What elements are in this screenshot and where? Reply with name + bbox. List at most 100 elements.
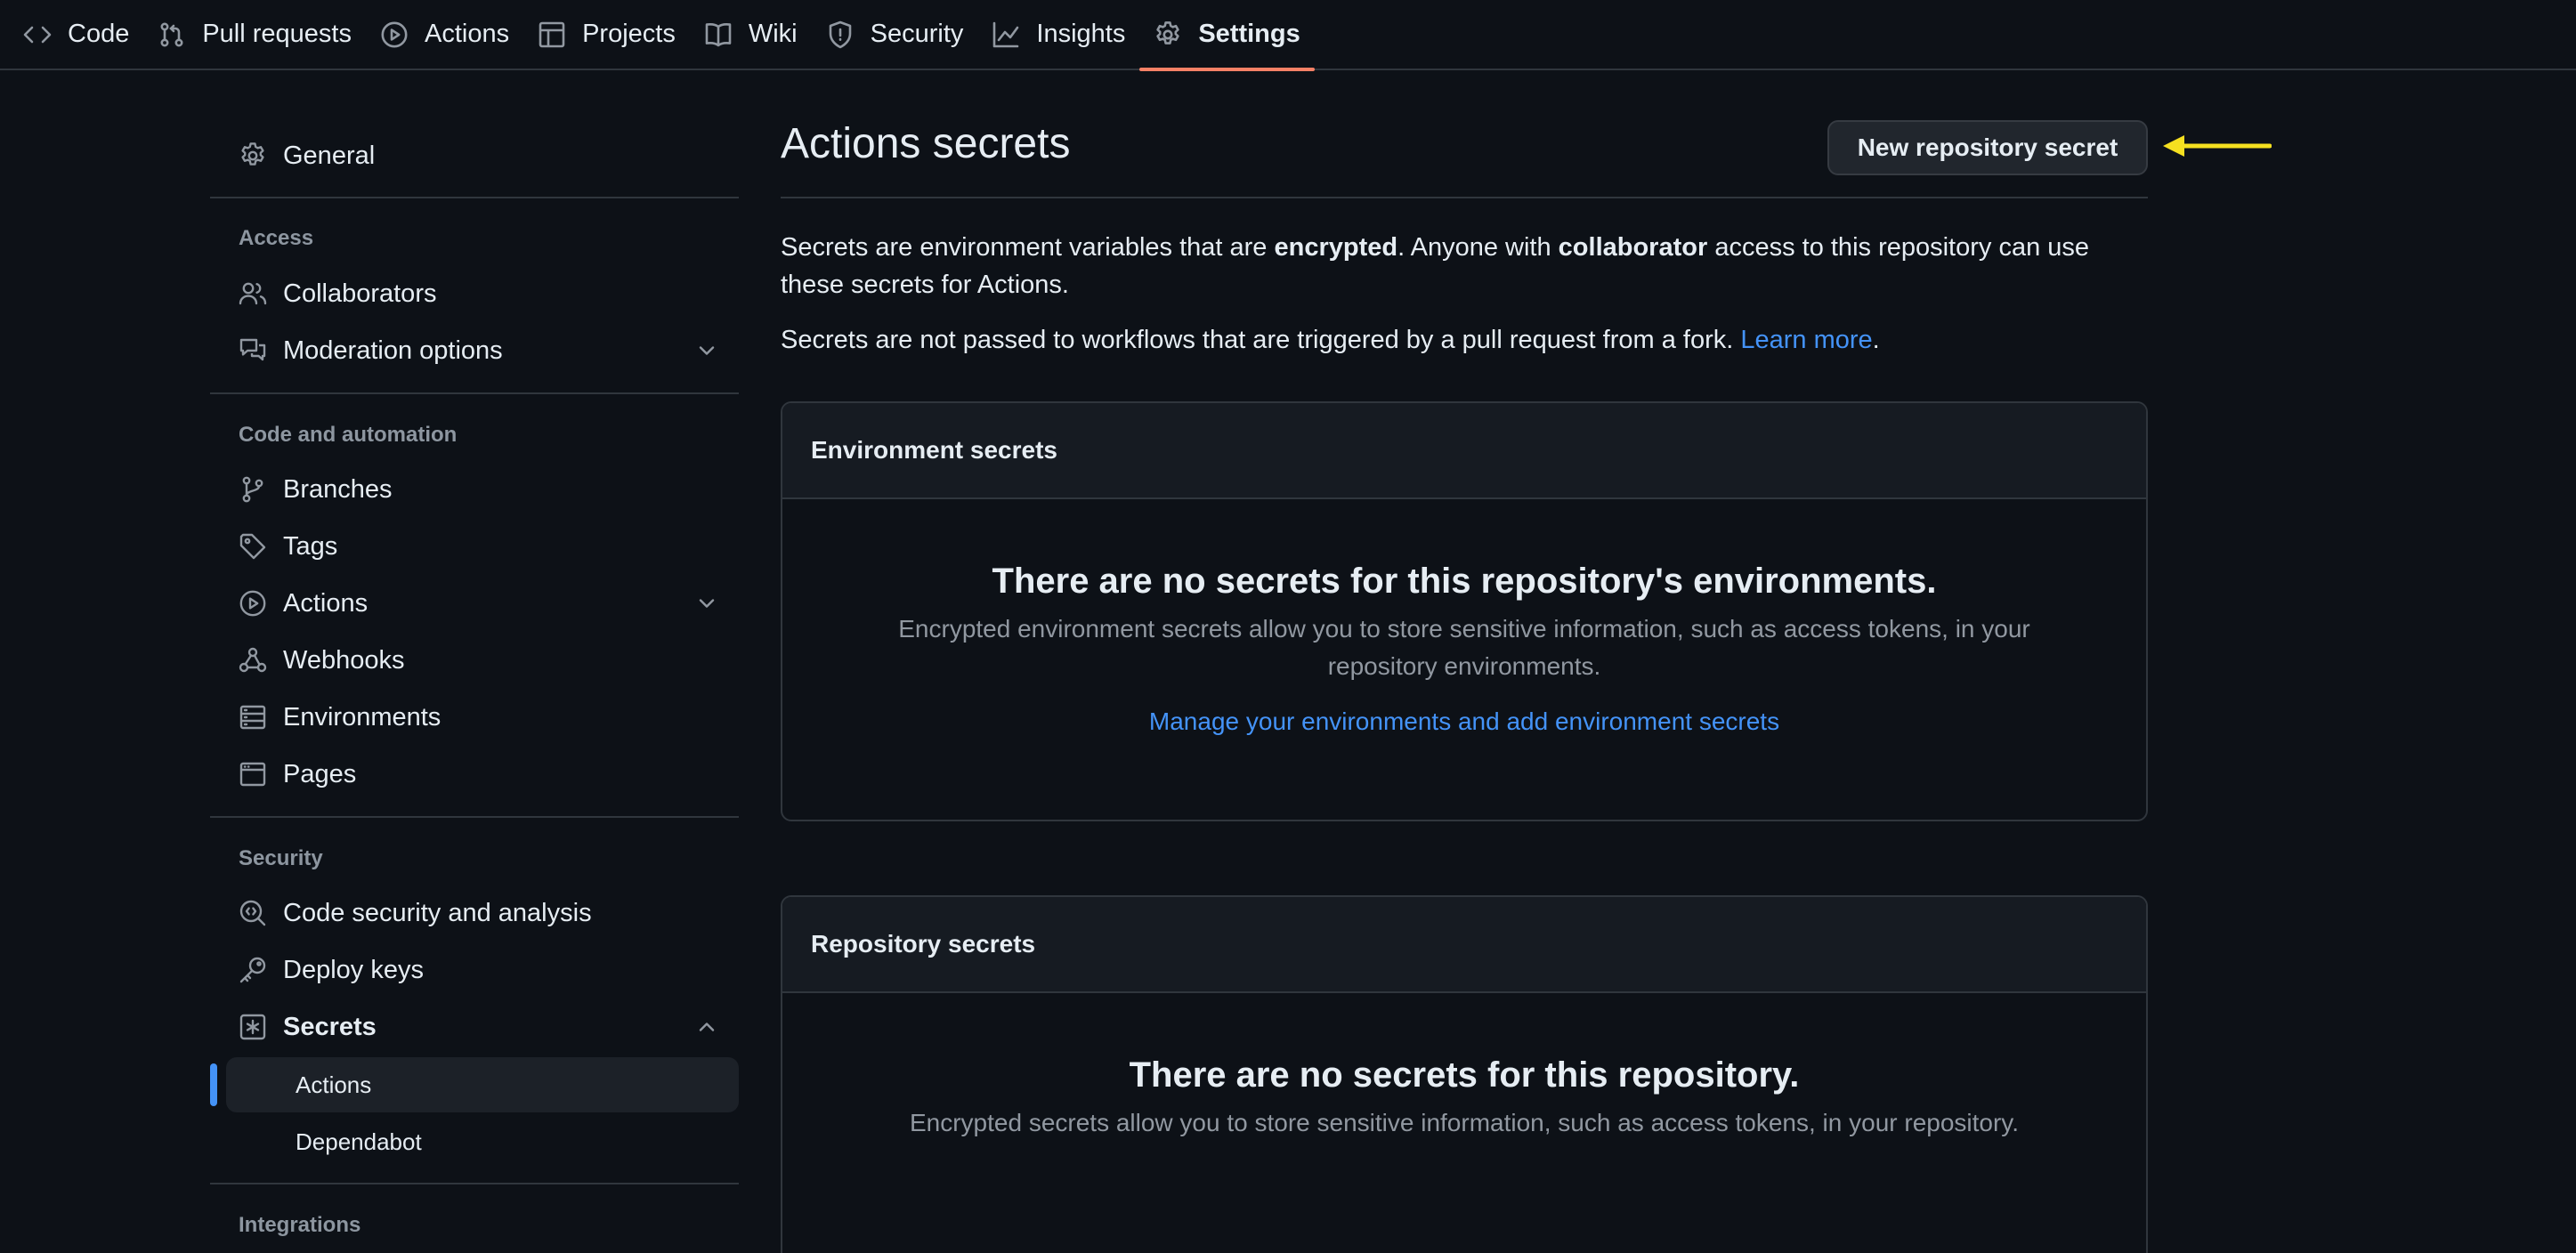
chevron-down-icon[interactable]: [694, 591, 719, 616]
tab-wiki[interactable]: Wiki: [690, 0, 812, 69]
codescan-icon: [239, 900, 266, 926]
environment-secrets-box: Environment secrets There are no secrets…: [781, 401, 2148, 821]
graph-icon: [993, 21, 1019, 47]
sidebar-item-environments[interactable]: Environments: [239, 692, 719, 742]
sidebar-item-label: Code security and analysis: [283, 898, 592, 927]
comment-discussion-icon: [239, 338, 266, 361]
intro-text: access to this repository can use: [1707, 233, 2090, 262]
sidebar-item-label: Moderation options: [283, 335, 503, 365]
intro-emphasis-collaborator: collaborator: [1558, 233, 1708, 262]
tab-code[interactable]: Code: [9, 0, 143, 69]
sidebar-item-label: Deploy keys: [283, 955, 424, 984]
sidebar-item-pages[interactable]: Pages: [239, 749, 719, 799]
table-icon: [539, 21, 565, 47]
sidebar-divider: [210, 1183, 739, 1184]
sidebar-item-tags[interactable]: Tags: [239, 521, 719, 571]
sidebar-subitem-dependabot[interactable]: Dependabot: [226, 1114, 739, 1169]
tab-settings[interactable]: Settings: [1139, 0, 1316, 71]
gear-icon: [241, 142, 264, 166]
browser-icon: [239, 762, 266, 787]
intro-text: . Anyone with: [1397, 233, 1559, 262]
blankslate-description: Encrypted secrets allow you to store sen…: [909, 1109, 2020, 1136]
code-icon: [23, 26, 52, 43]
tab-security[interactable]: Security: [812, 0, 978, 69]
shield-icon: [829, 20, 851, 48]
chevron-up-icon[interactable]: [694, 1015, 719, 1039]
tab-pull-requests[interactable]: Pull requests: [143, 0, 366, 69]
gear-icon: [1156, 20, 1180, 44]
manage-environments-link[interactable]: Manage your environments and add environ…: [782, 703, 2146, 740]
sidebar-item-code-security[interactable]: Code security and analysis: [239, 888, 719, 938]
sidebar-subitem-label: Dependabot: [296, 1128, 422, 1155]
chevron-down-icon[interactable]: [694, 338, 719, 363]
sidebar-item-general[interactable]: General: [239, 131, 719, 181]
tab-label: Settings: [1198, 20, 1300, 48]
sidebar-heading-access: Access: [239, 226, 314, 250]
title-divider: [781, 197, 2148, 198]
repository-secrets-box: Repository secrets There are no secrets …: [781, 895, 2148, 1253]
server-icon: [239, 705, 266, 730]
key-icon: [239, 957, 266, 983]
sidebar-item-actions[interactable]: Actions: [239, 578, 719, 628]
blankslate-description-line: repository environments.: [1327, 652, 1601, 680]
sidebar-item-collaborators[interactable]: Collaborators: [239, 269, 719, 319]
sidebar-heading-code-automation: Code and automation: [239, 423, 458, 447]
sidebar-item-label: Pages: [283, 759, 357, 788]
tab-label: Pull requests: [202, 20, 352, 48]
sidebar-divider: [210, 392, 739, 394]
git-pull-request-icon: [160, 21, 183, 46]
learn-more-link[interactable]: Learn more: [1740, 326, 1872, 354]
annotation-arrow-icon: [2163, 135, 2272, 157]
tab-actions[interactable]: Actions: [366, 0, 523, 69]
sidebar-item-label: Actions: [283, 588, 369, 618]
tab-label: Security: [870, 20, 964, 48]
intro-text: Secrets are environment variables that a…: [781, 233, 1275, 262]
tab-label: Wiki: [748, 20, 798, 48]
fork-notice-text: Secrets are not passed to workflows that…: [781, 326, 1741, 354]
sidebar-divider: [210, 197, 739, 198]
intro-text: these secrets for Actions.: [781, 271, 1069, 299]
environment-secrets-blankslate: There are no secrets for this repository…: [782, 562, 2146, 740]
sidebar-item-branches[interactable]: Branches: [239, 465, 719, 514]
sidebar-item-label: Secrets: [283, 1012, 377, 1041]
sidebar-heading-integrations: Integrations: [239, 1213, 361, 1237]
sidebar-item-label: Branches: [283, 474, 393, 504]
key-asterisk-icon: [239, 1014, 266, 1040]
intro-paragraph: Secrets are environment variables that a…: [781, 229, 2148, 303]
fork-notice-text: .: [1872, 326, 1880, 354]
tab-insights[interactable]: Insights: [977, 0, 1139, 69]
repository-secrets-blankslate: There are no secrets for this repository…: [782, 1055, 2146, 1142]
blankslate-title: There are no secrets for this repository…: [1129, 1055, 1800, 1095]
play-icon: [239, 590, 266, 617]
sidebar-item-label: Tags: [283, 531, 338, 561]
blankslate-description-line: Encrypted environment secrets allow you …: [898, 615, 2030, 643]
tab-projects[interactable]: Projects: [523, 0, 690, 69]
active-item-indicator: [210, 1063, 217, 1106]
new-repository-secret-button[interactable]: New repository secret: [1827, 120, 2148, 175]
page-title: Actions secrets: [781, 120, 1071, 167]
repo-nav: Code Pull requests Actions Projects Wiki…: [0, 0, 2576, 71]
blankslate-description: Encrypted environment secrets allow you …: [782, 610, 2146, 685]
sidebar-item-label: Collaborators: [283, 279, 437, 308]
sidebar-subitem-label: Actions: [296, 1071, 372, 1098]
sidebar-divider: [210, 816, 739, 818]
sidebar-item-secrets[interactable]: Secrets: [239, 1002, 719, 1052]
sidebar-item-webhooks[interactable]: Webhooks: [239, 635, 719, 685]
book-icon: [705, 22, 732, 46]
environment-secrets-header: Environment secrets: [782, 403, 2146, 499]
tab-label: Insights: [1036, 20, 1126, 48]
settings-page: Code Pull requests Actions Projects Wiki…: [0, 0, 2576, 1253]
sidebar-item-deploy-keys[interactable]: Deploy keys: [239, 945, 719, 995]
git-branch-icon: [242, 476, 263, 503]
tab-label: Code: [68, 20, 130, 48]
tab-label: Actions: [424, 20, 510, 48]
sidebar-item-moderation[interactable]: Moderation options: [239, 326, 719, 376]
sidebar-item-label: Environments: [283, 702, 441, 732]
sidebar-heading-security: Security: [239, 846, 323, 870]
tag-icon: [239, 533, 266, 560]
sidebar-item-label: Webhooks: [283, 645, 405, 675]
intro-emphasis-encrypted: encrypted: [1274, 233, 1398, 262]
people-icon: [239, 282, 267, 305]
fork-notice-paragraph: Secrets are not passed to workflows that…: [781, 321, 2148, 359]
sidebar-subitem-actions[interactable]: Actions: [226, 1057, 739, 1112]
